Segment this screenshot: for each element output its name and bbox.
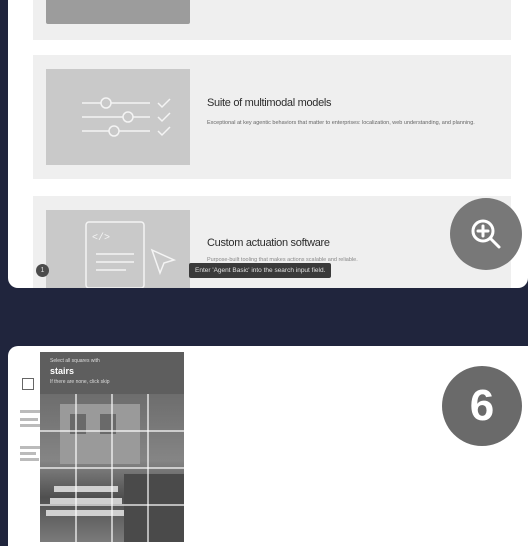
feature-thumbnail (46, 0, 190, 24)
text-line (20, 424, 40, 427)
top-card: Suite of multimodal models Exceptional a… (8, 0, 528, 288)
bottom-card: Select all squares with stairs If there … (8, 346, 528, 546)
feature-title: Suite of multimodal models (207, 97, 332, 109)
sliders-illustration (46, 69, 190, 165)
zoom-in-icon (471, 219, 501, 249)
action-tooltip: Enter 'Agent Basic' into the search inpu… (189, 263, 332, 278)
document-cursor-illustration: </> (46, 210, 190, 288)
text-line (20, 410, 42, 413)
captcha-target-word: stairs (50, 366, 75, 376)
text-line (20, 458, 39, 461)
text-line (20, 446, 40, 449)
text-line (20, 418, 38, 421)
step-indicator: 1 (36, 264, 49, 277)
svg-text:</>: </> (92, 232, 110, 244)
feature-card-multimodal: Suite of multimodal models Exceptional a… (33, 55, 511, 179)
feature-description: Exceptional at key agentic behaviors tha… (207, 120, 475, 126)
captcha-challenge: Select all squares with stairs If there … (40, 352, 184, 542)
step-badge: 6 (442, 366, 522, 446)
text-line (20, 452, 36, 455)
zoom-in-button[interactable] (450, 198, 522, 270)
captcha-header: Select all squares with stairs If there … (40, 352, 184, 394)
feature-title: Custom actuation software (207, 237, 330, 249)
captcha-image-grid[interactable] (40, 394, 184, 542)
checkbox[interactable] (22, 378, 34, 390)
captcha-instruction: Select all squares with (50, 358, 100, 364)
captcha-hint: If there are none, click skip (50, 379, 110, 385)
feature-card (33, 0, 511, 40)
